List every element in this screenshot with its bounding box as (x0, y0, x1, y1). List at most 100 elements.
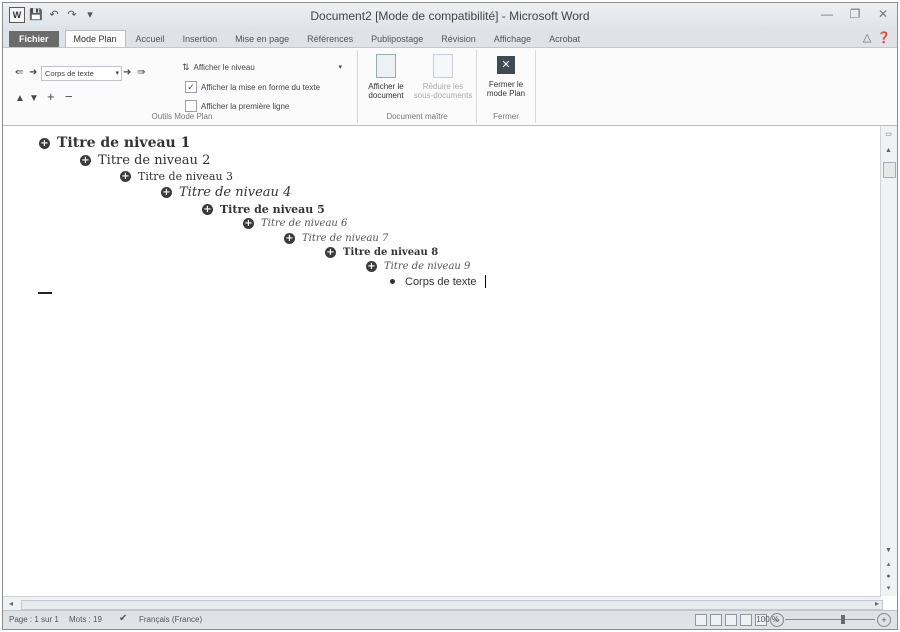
subdocuments-icon (433, 54, 453, 78)
document-area[interactable] (3, 126, 881, 596)
checkbox-empty-icon (185, 100, 197, 112)
outline-text: Titre de niveau 8 (343, 247, 439, 258)
ruler-toggle-icon[interactable]: ▭ (883, 130, 894, 140)
tab-references[interactable]: Références (299, 31, 361, 47)
window-controls: — ❐ ✕ (819, 7, 891, 21)
body-text-bullet-icon[interactable] (390, 279, 395, 284)
expand-heading-icon[interactable]: + (284, 233, 295, 244)
scroll-down-icon[interactable]: ▼ (883, 546, 894, 556)
zoom-slider[interactable] (785, 619, 875, 620)
tab-acrobat[interactable]: Acrobat (541, 31, 588, 47)
expand-heading-icon[interactable]: + (39, 137, 50, 149)
outline-heading-4[interactable]: + Titre de niveau 4 (161, 185, 291, 200)
browse-object-icon[interactable]: ● (883, 572, 894, 582)
tab-outline[interactable]: Mode Plan (64, 30, 126, 47)
outline-text: Titre de niveau 2 (98, 153, 211, 168)
horizontal-scrollbar[interactable]: ◂ ▸ (3, 596, 883, 611)
show-document-button[interactable]: Afficher le document (362, 54, 410, 100)
word-window: W 💾 ↶ ↷ ▾ Document2 [Mode de compatibili… (2, 2, 898, 630)
group-close: ✕ Fermer le mode Plan Fermer (477, 50, 536, 123)
collapse-subdocuments-button[interactable]: Réduire les sous-documents (412, 54, 474, 100)
tab-insert[interactable]: Insertion (175, 31, 226, 47)
tab-page-layout[interactable]: Mise en page (227, 31, 297, 47)
page-count[interactable]: Page : 1 sur 1 (9, 615, 59, 624)
chevron-down-icon: ▾ (338, 64, 342, 71)
previous-page-icon[interactable]: ▴ (883, 560, 894, 570)
zoom-slider-thumb[interactable] (841, 615, 845, 624)
outline-text: Titre de niveau 4 (179, 185, 292, 200)
promote-to-heading1-icon[interactable]: ⇚ (15, 68, 23, 78)
proofing-icon[interactable]: ✔ (119, 613, 127, 624)
demote-to-body-icon[interactable]: ⇛ (137, 68, 145, 78)
demote-icon[interactable]: ➜ (123, 68, 131, 78)
expand-heading-icon[interactable]: + (202, 204, 213, 215)
language[interactable]: Français (France) (139, 615, 202, 624)
vertical-scrollbar[interactable]: ▭ ▲ ▼ ▴ ● ▾ (880, 126, 897, 596)
minimize-icon[interactable]: — (819, 7, 835, 21)
expand-icon[interactable]: + (47, 90, 55, 103)
tab-review[interactable]: Révision (433, 31, 484, 47)
web-layout-icon[interactable] (725, 614, 737, 626)
outline-text: Titre de niveau 6 (261, 218, 348, 229)
outline-view-icon[interactable] (740, 614, 752, 626)
outline-heading-8[interactable]: + Titre de niveau 8 (325, 247, 438, 258)
show-level-label: Afficher le niveau (193, 62, 255, 72)
expand-heading-icon[interactable]: + (325, 247, 336, 258)
text-cursor (484, 275, 486, 288)
show-formatting-checkbox[interactable]: ✓ Afficher la mise en forme du texte (185, 81, 320, 93)
expand-heading-icon[interactable]: + (80, 155, 91, 166)
group-outline-tools: ⇚ ➜ Corps de texte ▾ ➜ ⇛ ▲ ▼ + − ⇅ Affic… (7, 50, 358, 123)
expand-heading-icon[interactable]: + (243, 218, 254, 229)
ribbon: ⇚ ➜ Corps de texte ▾ ➜ ⇛ ▲ ▼ + − ⇅ Affic… (3, 48, 897, 126)
group-label-outline-tools: Outils Mode Plan (151, 112, 213, 121)
outline-heading-6[interactable]: + Titre de niveau 6 (243, 218, 347, 229)
expand-heading-icon[interactable]: + (366, 261, 377, 272)
status-bar: Page : 1 sur 1 Mots : 19 ✔ Français (Fra… (3, 610, 897, 629)
tab-file[interactable]: Fichier (9, 31, 59, 47)
scroll-up-icon[interactable]: ▲ (883, 146, 894, 156)
restore-icon[interactable]: ❐ (847, 7, 863, 21)
first-line-only-checkbox[interactable]: Afficher la première ligne (185, 100, 289, 112)
outline-text: Titre de niveau 7 (302, 233, 389, 244)
outline-heading-2[interactable]: + Titre de niveau 2 (80, 153, 210, 168)
zoom-out-icon[interactable]: − (770, 613, 784, 627)
first-line-only-label: Afficher la première ligne (201, 101, 290, 111)
scroll-thumb[interactable] (883, 162, 896, 178)
next-page-icon[interactable]: ▾ (883, 584, 894, 594)
outline-heading-7[interactable]: + Titre de niveau 7 (284, 233, 388, 244)
collapse-icon[interactable]: − (65, 90, 73, 103)
print-layout-icon[interactable] (695, 614, 707, 626)
outline-heading-9[interactable]: + Titre de niveau 9 (366, 261, 470, 272)
tab-home[interactable]: Accueil (128, 31, 173, 47)
outline-level-select[interactable]: Corps de texte ▾ (41, 66, 122, 81)
outline-text: Titre de niveau 5 (220, 203, 325, 216)
zoom-in-icon[interactable]: + (877, 613, 891, 627)
show-level-icon: ⇅ (182, 61, 190, 72)
move-up-icon[interactable]: ▲ (15, 94, 25, 104)
expand-heading-icon[interactable]: + (120, 171, 131, 182)
outline-heading-3[interactable]: + Titre de niveau 3 (120, 170, 233, 183)
scroll-thumb[interactable] (21, 600, 883, 610)
outline-body-text[interactable]: Corps de texte (387, 275, 486, 288)
outline-text: Titre de niveau 9 (384, 261, 471, 272)
close-icon[interactable]: ✕ (875, 7, 891, 21)
promote-icon[interactable]: ➜ (29, 68, 37, 78)
tab-view[interactable]: Affichage (486, 31, 539, 47)
help-icon[interactable]: ❓ (877, 31, 891, 44)
tab-mailings[interactable]: Publipostage (363, 31, 431, 47)
outline-heading-5[interactable]: + Titre de niveau 5 (202, 203, 325, 216)
scroll-right-icon[interactable]: ▸ (875, 599, 879, 608)
full-screen-reading-icon[interactable] (710, 614, 722, 626)
outline-heading-1[interactable]: + Titre de niveau 1 (39, 135, 190, 151)
show-level-select[interactable]: ⇅ Afficher le niveau ▾ (182, 61, 342, 73)
close-outline-view-button[interactable]: ✕ Fermer le mode Plan (481, 56, 531, 98)
word-count[interactable]: Mots : 19 (69, 615, 102, 624)
move-down-icon[interactable]: ▼ (29, 94, 39, 104)
outline-level-value: Corps de texte (45, 69, 94, 78)
outline-text: Corps de texte (405, 275, 477, 288)
group-label-close: Fermer (493, 112, 519, 121)
expand-heading-icon[interactable]: + (161, 187, 172, 198)
window-title: Document2 [Mode de compatibilité] - Micr… (310, 9, 590, 23)
minimize-ribbon-icon[interactable]: △ (863, 31, 871, 44)
scroll-left-icon[interactable]: ◂ (9, 599, 13, 608)
